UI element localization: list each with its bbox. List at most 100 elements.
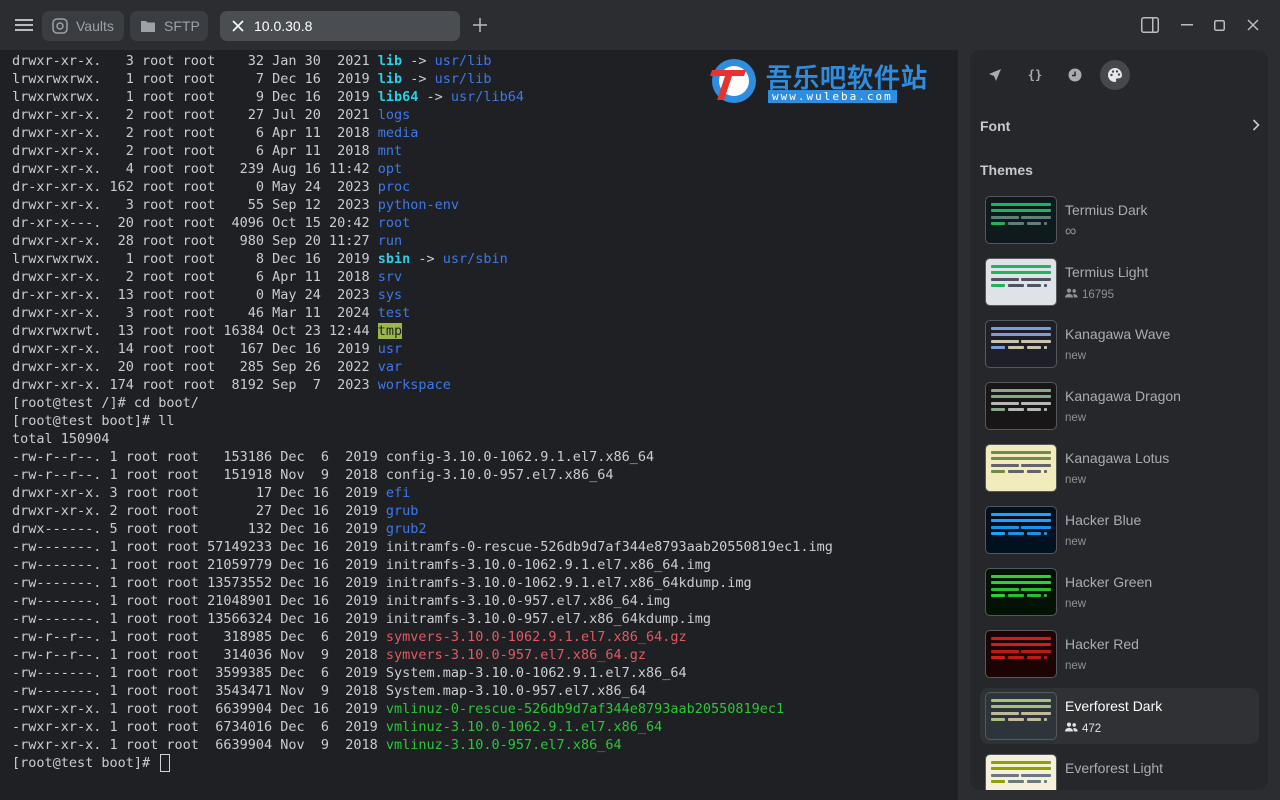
tab-sftp-label: SFTP	[164, 18, 200, 34]
menu-icon[interactable]	[14, 15, 34, 35]
theme-meta-text: ∞	[1065, 223, 1077, 240]
maximize-icon[interactable]	[1210, 16, 1228, 34]
terminal-text: srv	[377, 269, 403, 285]
theme-item[interactable]: Hacker Blue new	[980, 502, 1259, 558]
terminal-text: drwxr-xr-x. 28 root root 980 Sep 20 11:2…	[12, 233, 378, 249]
theme-meta: new	[1065, 598, 1086, 610]
theme-preview-bar	[991, 594, 1005, 597]
terminal-text: lrwxrwxrwx. 1 root root 7 Dec 16 2019	[12, 71, 378, 87]
terminal-line: drwxr-xr-x. 2 root root 27 Jul 20 2021 l…	[12, 106, 833, 124]
title-bar: Vaults SFTP 10.0.30.8	[0, 0, 1280, 50]
terminal-line: -rw-------. 1 root root 3543471 Nov 9 20…	[12, 682, 833, 700]
theme-preview-bar	[991, 389, 1051, 392]
theme-preview-bar	[991, 470, 1005, 473]
theme-preview-bar	[991, 402, 1019, 405]
terminal-line: -rw-------. 1 root root 3599385 Dec 6 20…	[12, 664, 833, 682]
theme-preview-bar	[991, 265, 1051, 268]
theme-preview-bar	[991, 588, 1019, 591]
theme-meta-text: new	[1065, 536, 1087, 548]
terminal-text: lib64	[377, 89, 419, 105]
terminal-text: mnt	[377, 143, 403, 159]
tab-vaults-label: Vaults	[76, 18, 114, 34]
theme-preview-bar	[1027, 470, 1041, 473]
new-tab-icon[interactable]	[470, 15, 490, 35]
tab-vaults[interactable]: Vaults	[42, 11, 124, 41]
theme-meta: new	[1065, 536, 1086, 548]
terminal-line: -rw-------. 1 root root 13566324 Dec 16 …	[12, 610, 833, 628]
theme-preview-bar	[1008, 718, 1024, 721]
theme-preview-bar	[1021, 340, 1051, 343]
theme-name: Kanagawa Dragon	[1065, 388, 1181, 404]
minimize-icon[interactable]	[1178, 16, 1196, 34]
theme-preview-bar	[991, 643, 1051, 646]
terminal-text: usr/lib64	[450, 89, 525, 105]
theme-preview	[985, 506, 1057, 554]
theme-item[interactable]: Kanagawa Dragon new	[980, 378, 1259, 434]
terminal-text: drwxr-xr-x. 2 root root 6 Apr 11 2018	[12, 269, 378, 285]
terminal-line: drwxr-xr-x. 14 root root 167 Dec 16 2019…	[12, 340, 833, 358]
terminal-text: python-env	[377, 197, 460, 213]
terminal-text: lib	[377, 53, 403, 69]
theme-preview-bar	[991, 209, 1051, 212]
theme-item[interactable]: Kanagawa Lotus new	[980, 440, 1259, 496]
theme-preview-bar	[1021, 464, 1051, 467]
rocket-icon[interactable]	[980, 60, 1010, 90]
tab-host[interactable]: 10.0.30.8	[220, 11, 460, 41]
theme-name: Kanagawa Wave	[1065, 326, 1171, 342]
theme-preview-bar	[991, 581, 1051, 584]
watermark-logo-icon	[710, 59, 756, 103]
terminal-text: -rw-------. 1 root root 21048901 Dec 16 …	[12, 593, 671, 609]
theme-item[interactable]: Termius Light 16795	[980, 254, 1259, 310]
theme-item[interactable]: Termius Dark ∞	[980, 192, 1259, 248]
terminal-text: -rwxr-xr-x. 1 root root 6639904 Dec 16 2…	[12, 701, 386, 717]
history-icon[interactable]	[1060, 60, 1090, 90]
terminal-text: -rw-r--r--. 1 root root 314036 Nov 9 201…	[12, 647, 386, 663]
terminal-text: lib	[377, 71, 403, 87]
terminal-text: -rw-------. 1 root root 13566324 Dec 16 …	[12, 611, 711, 627]
terminal-line: -rwxr-xr-x. 1 root root 6734016 Dec 6 20…	[12, 718, 833, 736]
theme-preview-bar	[991, 718, 1005, 721]
terminal-line: dr-xr-xr-x. 162 root root 0 May 24 2023 …	[12, 178, 833, 196]
terminal-line: -rw-r--r--. 1 root root 314036 Nov 9 201…	[12, 646, 833, 664]
window-close-icon[interactable]	[1244, 16, 1262, 34]
terminal-line: -rw-r--r--. 1 root root 153186 Dec 6 201…	[12, 448, 833, 466]
terminal-line: -rw-r--r--. 1 root root 318985 Dec 6 201…	[12, 628, 833, 646]
terminal-text: vmlinuz-0-rescue-526db9d7af344e8793aab20…	[385, 701, 785, 717]
terminal-line: drwx------. 5 root root 132 Dec 16 2019 …	[12, 520, 833, 538]
theme-preview-bar	[1008, 780, 1024, 783]
users-icon	[1065, 288, 1082, 301]
theme-preview-bar	[1021, 526, 1051, 529]
terminal-line: drwxr-xr-x. 2 root root 6 Apr 11 2018 me…	[12, 124, 833, 142]
terminal-text: dr-xr-xr-x. 13 root root 0 May 24 2023	[12, 287, 378, 303]
terminal-text: drwxr-xr-x. 20 root root 285 Sep 26 2022	[12, 359, 378, 375]
theme-preview-bar	[1044, 594, 1047, 597]
theme-name: Everforest Dark	[1065, 698, 1163, 714]
braces-icon[interactable]: {}	[1020, 60, 1050, 90]
theme-item[interactable]: Hacker Red new	[980, 626, 1259, 682]
theme-preview-bar	[991, 203, 1051, 206]
terminal-text: -rwxr-xr-x. 1 root root 6639904 Nov 9 20…	[12, 737, 386, 753]
terminal-text: var	[377, 359, 403, 375]
font-setting-row[interactable]: Font	[980, 114, 1260, 138]
terminal-text: drwxrwxrwt. 13 root root 16384 Oct 23 12…	[12, 323, 378, 339]
theme-item[interactable]: Everforest Dark 472	[980, 688, 1259, 744]
terminal-text: symvers-3.10.0-957.el7.x86_64.gz	[385, 647, 646, 663]
watermark-url: www.wuleba.com	[768, 90, 897, 103]
prompt-line[interactable]: [root@test boot]#	[12, 754, 833, 772]
terminal-line: drwxr-xr-x. 3 root root 46 Mar 11 2024 t…	[12, 304, 833, 322]
theme-preview-bar	[1027, 780, 1041, 783]
theme-preview	[985, 754, 1057, 790]
tab-sftp[interactable]: SFTP	[130, 11, 208, 41]
theme-preview-bar	[1008, 284, 1024, 287]
terminal-text: test	[377, 305, 411, 321]
theme-item[interactable]: Kanagawa Wave new	[980, 316, 1259, 372]
terminal-line: drwxr-xr-x. 3 root root 17 Dec 16 2019 e…	[12, 484, 833, 502]
theme-item[interactable]: Hacker Green new	[980, 564, 1259, 620]
theme-item[interactable]: Everforest Light	[980, 750, 1259, 790]
terminal-text: -rw-------. 1 root root 57149233 Dec 16 …	[12, 539, 833, 555]
terminal[interactable]: drwxr-xr-x. 3 root root 32 Jan 30 2021 l…	[0, 50, 958, 800]
close-icon[interactable]	[230, 18, 246, 34]
toggle-sidebar-icon[interactable]	[1140, 16, 1160, 34]
palette-icon[interactable]	[1100, 60, 1130, 90]
theme-meta: new	[1065, 412, 1086, 424]
